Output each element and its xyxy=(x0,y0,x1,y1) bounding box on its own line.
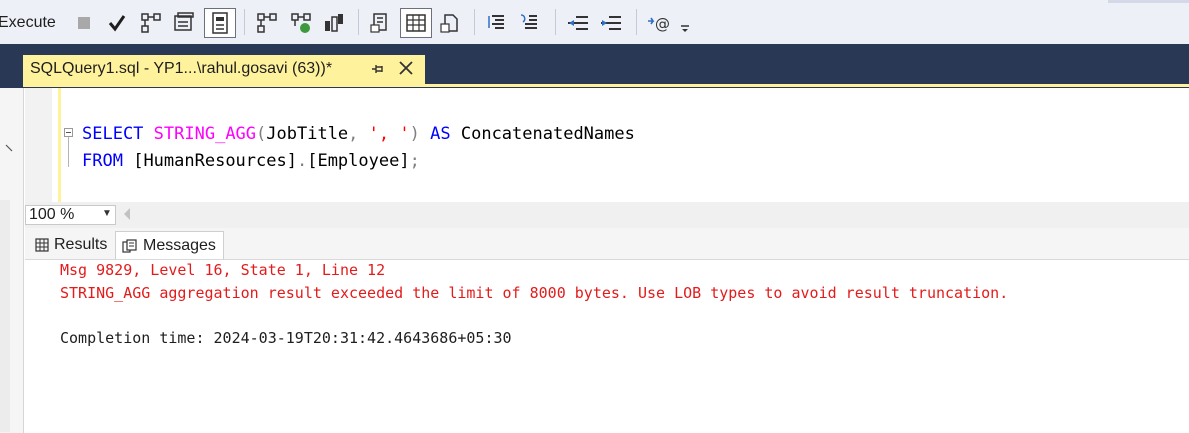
toolbar-separator xyxy=(244,9,245,35)
close-icon[interactable] xyxy=(396,58,416,78)
separator-string: ', ' xyxy=(368,124,410,144)
collapse-arrow-icon[interactable] xyxy=(5,144,13,152)
query-editor[interactable] xyxy=(25,88,1189,202)
column-name: JobTitle xyxy=(266,124,349,144)
parse-check-icon[interactable] xyxy=(103,9,131,37)
table-name: [Employee] xyxy=(307,151,410,171)
function-name: STRING_AGG xyxy=(153,124,257,144)
messages-icon xyxy=(122,238,137,253)
error-message-text: STRING_AGG aggregation result exceeded t… xyxy=(60,284,1009,302)
keyword-as: AS xyxy=(430,124,451,144)
tab-messages-label: Messages xyxy=(143,236,216,254)
toolbar-separator xyxy=(555,9,556,35)
completion-time: Completion time: 2024-03-19T20:31:42.464… xyxy=(60,329,512,347)
increase-indent-icon[interactable] xyxy=(597,9,625,37)
zoom-bar xyxy=(25,202,1189,228)
tab-messages[interactable]: Messages xyxy=(115,231,224,259)
panel-block xyxy=(0,200,10,432)
zoom-value: 100 % xyxy=(29,206,75,223)
tab-results-label: Results xyxy=(54,236,108,253)
tab-title: SQLQuery1.sql - YP1...\rahul.gosavi (63)… xyxy=(30,60,333,77)
toolbar-separator xyxy=(474,9,475,35)
actual-plan-icon[interactable] xyxy=(287,9,315,37)
scroll-left-icon[interactable] xyxy=(122,207,132,221)
column-alias: ConcatenatedNames xyxy=(460,124,635,144)
svg-text:@: @ xyxy=(655,15,670,33)
results-to-text-icon[interactable] xyxy=(367,9,395,37)
semicolon: ; xyxy=(409,151,420,171)
paren-close: ) xyxy=(409,124,420,144)
results-to-grid-icon[interactable] xyxy=(204,8,236,38)
toolbar: Execute @ xyxy=(0,0,1189,44)
query-document-tab[interactable]: SQLQuery1.sql - YP1...\rahul.gosavi (63)… xyxy=(23,55,425,84)
code-line-1[interactable]: SELECT STRING_AGG(JobTitle, ', ') AS Con… xyxy=(82,124,635,144)
code-line-2[interactable]: FROM [HumanResources].[Employee]; xyxy=(82,151,420,171)
keyword-select: SELECT xyxy=(82,124,144,144)
toolbar-separator xyxy=(358,9,359,35)
outline-line xyxy=(68,137,69,167)
error-message-header: Msg 9829, Level 16, State 1, Line 12 xyxy=(60,261,386,279)
schema-name: [HumanResources] xyxy=(133,151,297,171)
live-stats-icon[interactable] xyxy=(253,9,281,37)
client-stats-icon[interactable] xyxy=(320,9,348,37)
specify-values-icon[interactable]: @ xyxy=(645,9,673,37)
collapse-block-icon[interactable] xyxy=(64,128,73,137)
pin-icon[interactable] xyxy=(370,60,386,78)
comma: , xyxy=(348,124,359,144)
dot: . xyxy=(296,151,308,171)
toolbar-top-strip xyxy=(1108,0,1189,3)
tab-results[interactable]: Results xyxy=(33,231,113,259)
results-to-file-icon[interactable] xyxy=(400,8,432,38)
display-plan-icon[interactable] xyxy=(137,9,165,37)
execute-button[interactable]: Execute xyxy=(0,14,56,32)
keyword-from: FROM xyxy=(82,151,123,171)
zoom-dropdown[interactable]: 100 % ▼ xyxy=(25,205,116,225)
toolbar-separator xyxy=(636,9,637,35)
object-explorer-edge xyxy=(0,88,24,433)
change-tracking-bar xyxy=(58,88,61,202)
decrease-indent-icon[interactable] xyxy=(564,9,592,37)
stop-icon[interactable] xyxy=(70,9,98,37)
tab-accent-line xyxy=(23,84,1189,87)
toolbar-overflow-icon[interactable] xyxy=(678,9,692,37)
query-options-icon[interactable] xyxy=(170,9,198,37)
paren-open: ( xyxy=(256,124,267,144)
grid-icon xyxy=(35,238,49,252)
chevron-down-icon[interactable]: ▼ xyxy=(102,208,112,219)
comment-icon[interactable] xyxy=(483,9,511,37)
editor-gutter xyxy=(25,88,52,202)
include-plan-icon[interactable] xyxy=(436,9,464,37)
uncomment-icon[interactable] xyxy=(516,9,544,37)
